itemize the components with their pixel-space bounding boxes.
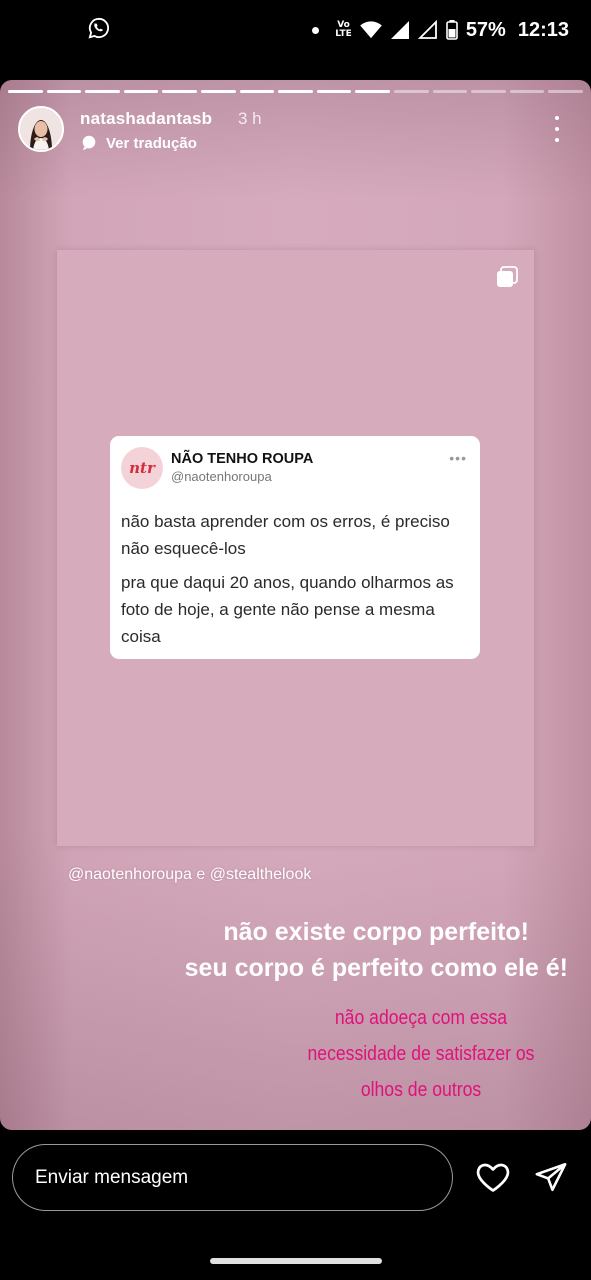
heart-icon[interactable] — [475, 1159, 511, 1195]
mentions-line: @naotenhoroupa e @stealthelook — [68, 866, 311, 884]
caption-line-1: não existe corpo perfeito! — [223, 918, 529, 946]
caption-line-2: seu corpo é perfeito como ele é! — [184, 954, 568, 982]
send-message-input[interactable]: Enviar mensagem — [12, 1144, 453, 1211]
whatsapp-icon — [88, 17, 110, 39]
tweet-author-handle: @naotenhoroupa — [171, 469, 272, 484]
mention-stealthelook[interactable]: @stealthelook — [210, 866, 312, 883]
wifi-icon — [360, 21, 382, 39]
tweet-card: ntr NÃO TENHO ROUPA @naotenhoroupa ••• n… — [110, 436, 480, 659]
story-progress-segment — [239, 90, 275, 93]
carousel-icon — [497, 266, 518, 287]
signal-empty-icon — [417, 20, 437, 39]
translate-icon — [82, 135, 96, 151]
story-viewer[interactable]: natashadantasb 3 h Ver tradução ntr NÃO … — [0, 80, 591, 1130]
status-bar: Vo LTE 57% 12:13 — [0, 0, 591, 60]
story-progress-segment — [509, 90, 545, 93]
translate-button[interactable]: Ver tradução — [80, 134, 197, 152]
mention-naotenhoroupa[interactable]: @naotenhoroupa — [68, 866, 192, 883]
story-progress-bar — [8, 90, 583, 93]
mention-joiner: e — [196, 866, 206, 883]
story-progress-segment — [393, 90, 429, 93]
dot-icon — [312, 26, 320, 34]
story-progress-segment — [278, 90, 313, 93]
story-progress-segment — [85, 90, 120, 93]
tweet-text-paragraph-1: não basta aprender com os erros, é preci… — [121, 512, 450, 558]
clock: 12:13 — [517, 18, 569, 41]
story-progress-segment — [8, 90, 43, 93]
avatar[interactable] — [18, 106, 64, 152]
story-progress-segment — [162, 90, 197, 93]
more-options-icon[interactable] — [547, 116, 567, 142]
story-progress-segment — [123, 90, 159, 93]
story-progress-segment — [200, 90, 236, 93]
tweet-more-icon: ••• — [449, 450, 467, 466]
story-username[interactable]: natashadantasb — [80, 109, 212, 129]
volte-icon: Vo LTE — [335, 20, 352, 39]
story-progress-segment — [46, 90, 82, 93]
signal-icon — [390, 21, 409, 39]
shared-post[interactable]: ntr NÃO TENHO ROUPA @naotenhoroupa ••• n… — [57, 250, 534, 846]
send-message-placeholder: Enviar mensagem — [35, 1166, 189, 1188]
story-progress-segment — [432, 90, 468, 93]
story-progress-segment — [355, 90, 390, 93]
home-indicator[interactable] — [210, 1258, 382, 1264]
story-progress-segment — [548, 90, 583, 93]
tweet-avatar-logo: ntr — [129, 459, 155, 477]
caption-pink-text: não adoeça com essa necessidade de satis… — [307, 1007, 535, 1101]
translate-label: Ver tradução — [106, 134, 197, 152]
battery-percent: 57% — [465, 18, 506, 41]
story-progress-segment — [471, 90, 506, 93]
send-icon[interactable] — [534, 1160, 568, 1194]
tweet-text-paragraph-2: pra que daqui 20 anos, quando olharmos a… — [121, 573, 454, 646]
story-progress-segment — [316, 90, 352, 93]
battery-icon — [446, 20, 458, 40]
tweet-avatar: ntr — [121, 447, 163, 489]
story-time-ago: 3 h — [238, 109, 262, 128]
tweet-author-name: NÃO TENHO ROUPA — [171, 451, 314, 467]
